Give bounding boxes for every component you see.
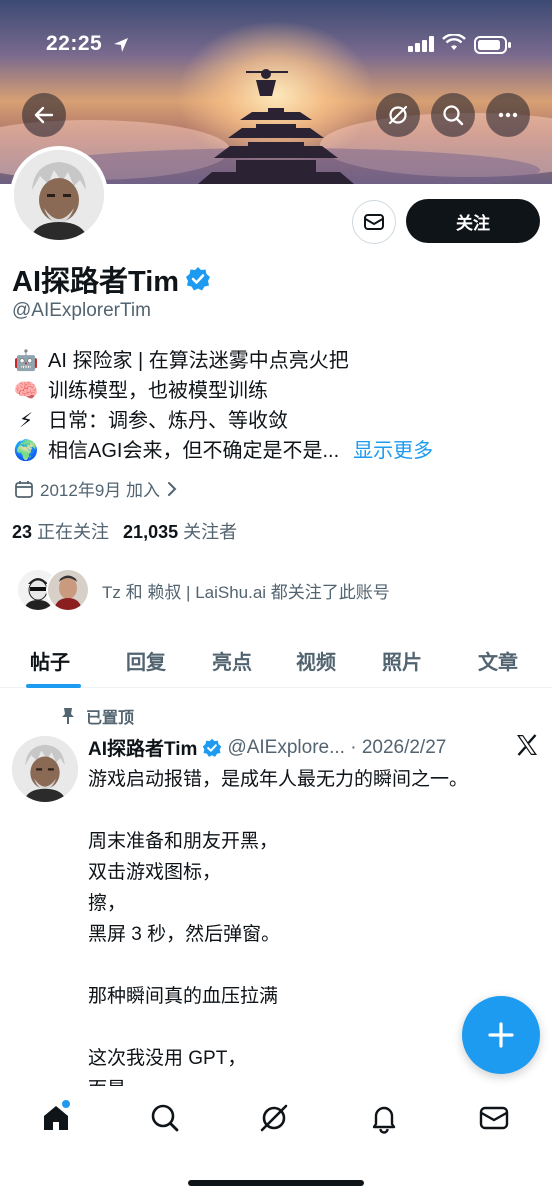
search-icon xyxy=(443,105,464,126)
following-count: 23 xyxy=(12,522,33,542)
follow-stats: 23 正在关注 21,035 关注者 xyxy=(12,518,237,544)
envelope-icon xyxy=(479,1106,509,1130)
pinned-label: 已置顶 xyxy=(60,704,134,728)
post-line xyxy=(88,795,468,826)
home-notification-dot xyxy=(62,1100,70,1108)
calendar-icon xyxy=(15,480,33,498)
bio-line: ⚡ 日常：调参、炼丹、等收敛 xyxy=(12,406,433,436)
post-line: 双击游戏图标， xyxy=(88,862,222,883)
avatar-illustration xyxy=(48,570,88,610)
following-label: 正在关注 xyxy=(37,522,110,542)
show-more-link[interactable]: 显示更多 xyxy=(353,436,433,466)
robot-emoji-icon: 🤖 xyxy=(13,350,39,372)
more-button[interactable] xyxy=(486,93,530,137)
bio-text: AI 探险家 | 在算法迷雾中点亮火把 xyxy=(48,350,349,372)
post-header: AI探路者Tim @AIExplore... · 2026/2/27 xyxy=(88,734,446,761)
tab-replies[interactable]: 回复 xyxy=(126,646,166,675)
wifi-icon xyxy=(442,34,466,50)
profile-bio: 🤖 AI 探险家 | 在算法迷雾中点亮火把 🧠 训练模型，也被模型训练 ⚡ 日常：调参… xyxy=(12,346,434,466)
lightning-emoji-icon: ⚡ xyxy=(18,410,34,432)
nav-messages[interactable] xyxy=(476,1100,512,1136)
more-icon xyxy=(498,112,518,118)
grok-icon xyxy=(260,1104,288,1132)
joined-date[interactable]: 2012年9月 加入 xyxy=(14,476,178,501)
x-logo-icon[interactable] xyxy=(514,732,540,758)
home-indicator xyxy=(188,1180,364,1186)
bio-text: 相信AGI会来，但不确定是不是... xyxy=(48,440,340,462)
tab-videos[interactable]: 视频 xyxy=(296,646,336,675)
search-button[interactable] xyxy=(431,93,475,137)
tab-articles[interactable]: 文章 xyxy=(478,646,518,675)
bell-icon xyxy=(372,1106,396,1134)
nav-grok[interactable] xyxy=(256,1100,292,1136)
verified-badge-icon[interactable] xyxy=(185,266,211,292)
joined-text: 2012年9月 加入 xyxy=(40,481,160,500)
tab-posts[interactable]: 帖子 xyxy=(30,646,70,675)
bio-line: 🧠 训练模型，也被模型训练 xyxy=(12,376,433,406)
active-tab-indicator xyxy=(26,684,81,688)
post-meta: @AIExplore... · 2026/2/27 xyxy=(227,736,447,758)
verified-badge-icon xyxy=(203,738,222,757)
bio-line: 🌍 相信AGI会来，但不确定是不是... 显示更多 xyxy=(12,436,434,466)
tab-photos[interactable]: 照片 xyxy=(382,646,422,675)
battery-icon xyxy=(474,36,511,54)
profile-handle: @AIExplorerTim xyxy=(12,300,151,321)
location-arrow-icon xyxy=(114,38,128,52)
status-time: 22:25 xyxy=(46,32,103,55)
followers-count: 21,035 xyxy=(123,522,179,542)
brain-emoji-icon: 🧠 xyxy=(13,380,39,402)
avatar-illustration xyxy=(12,736,78,802)
post-line: 黑屏 3 秒，然后弹窗。 xyxy=(88,924,281,945)
follower-avatar xyxy=(46,568,90,612)
post-author-name[interactable]: AI探路者Tim xyxy=(88,734,197,761)
profile-avatar[interactable] xyxy=(10,146,108,244)
tab-highlights[interactable]: 亮点 xyxy=(212,646,252,675)
post-line: 周末准备和朋友开黑， xyxy=(88,831,279,852)
post-line: 那种瞬间真的血压拉满 xyxy=(88,986,279,1007)
post-line xyxy=(88,950,468,981)
plus-icon xyxy=(488,1022,514,1048)
followers-stat[interactable]: 21,035 关注者 xyxy=(123,518,237,544)
compose-post-button[interactable] xyxy=(462,996,540,1074)
post-line xyxy=(88,1012,468,1043)
profile-name-row: AI探路者Tim xyxy=(12,258,211,300)
bio-text: 日常：调参、炼丹、等收敛 xyxy=(48,410,288,432)
profile-tabs: 帖子 回复 亮点 视频 照片 文章 xyxy=(0,630,552,688)
back-button[interactable] xyxy=(22,93,66,137)
globe-emoji-icon: 🌍 xyxy=(13,440,39,462)
post-line: 擦， xyxy=(88,893,127,914)
bio-text: 训练模型，也被模型训练 xyxy=(48,380,268,402)
follow-button[interactable]: 关注 xyxy=(406,199,540,243)
post-author-avatar[interactable] xyxy=(12,736,78,802)
cellular-signal-icon xyxy=(408,36,434,52)
pinned-text: 已置顶 xyxy=(86,710,135,727)
grok-icon xyxy=(388,105,408,125)
message-button[interactable] xyxy=(352,200,396,244)
status-bar: 22:25 xyxy=(0,0,552,90)
followed-by-text: Tz 和 赖叔 | LaiShu.ai 都关注了此账号 xyxy=(102,582,390,602)
chevron-right-icon xyxy=(168,481,177,496)
nav-search[interactable] xyxy=(147,1100,183,1136)
following-stat[interactable]: 23 正在关注 xyxy=(12,518,109,544)
post-text[interactable]: 游戏启动报错，是成年人最无力的瞬间之一。 周末准备和朋友开黑， 双击游戏图标， … xyxy=(88,764,468,1105)
envelope-icon xyxy=(364,214,384,230)
arrow-left-icon xyxy=(34,106,54,124)
followed-by-row[interactable]: Tz 和 赖叔 | LaiShu.ai 都关注了此账号 xyxy=(16,568,390,612)
pin-icon xyxy=(62,708,74,724)
grok-button[interactable] xyxy=(376,93,420,137)
post-line: 游戏启动报错，是成年人最无力的瞬间之一。 xyxy=(88,769,469,790)
post-line: 这次我没用 GPT， xyxy=(88,1048,247,1069)
search-icon xyxy=(151,1104,179,1132)
avatar-illustration xyxy=(14,150,104,240)
bio-line: 🤖 AI 探险家 | 在算法迷雾中点亮火把 xyxy=(12,346,433,376)
followers-label: 关注者 xyxy=(183,522,238,542)
nav-notifications[interactable] xyxy=(366,1100,402,1136)
profile-name: AI探路者Tim xyxy=(12,266,180,298)
